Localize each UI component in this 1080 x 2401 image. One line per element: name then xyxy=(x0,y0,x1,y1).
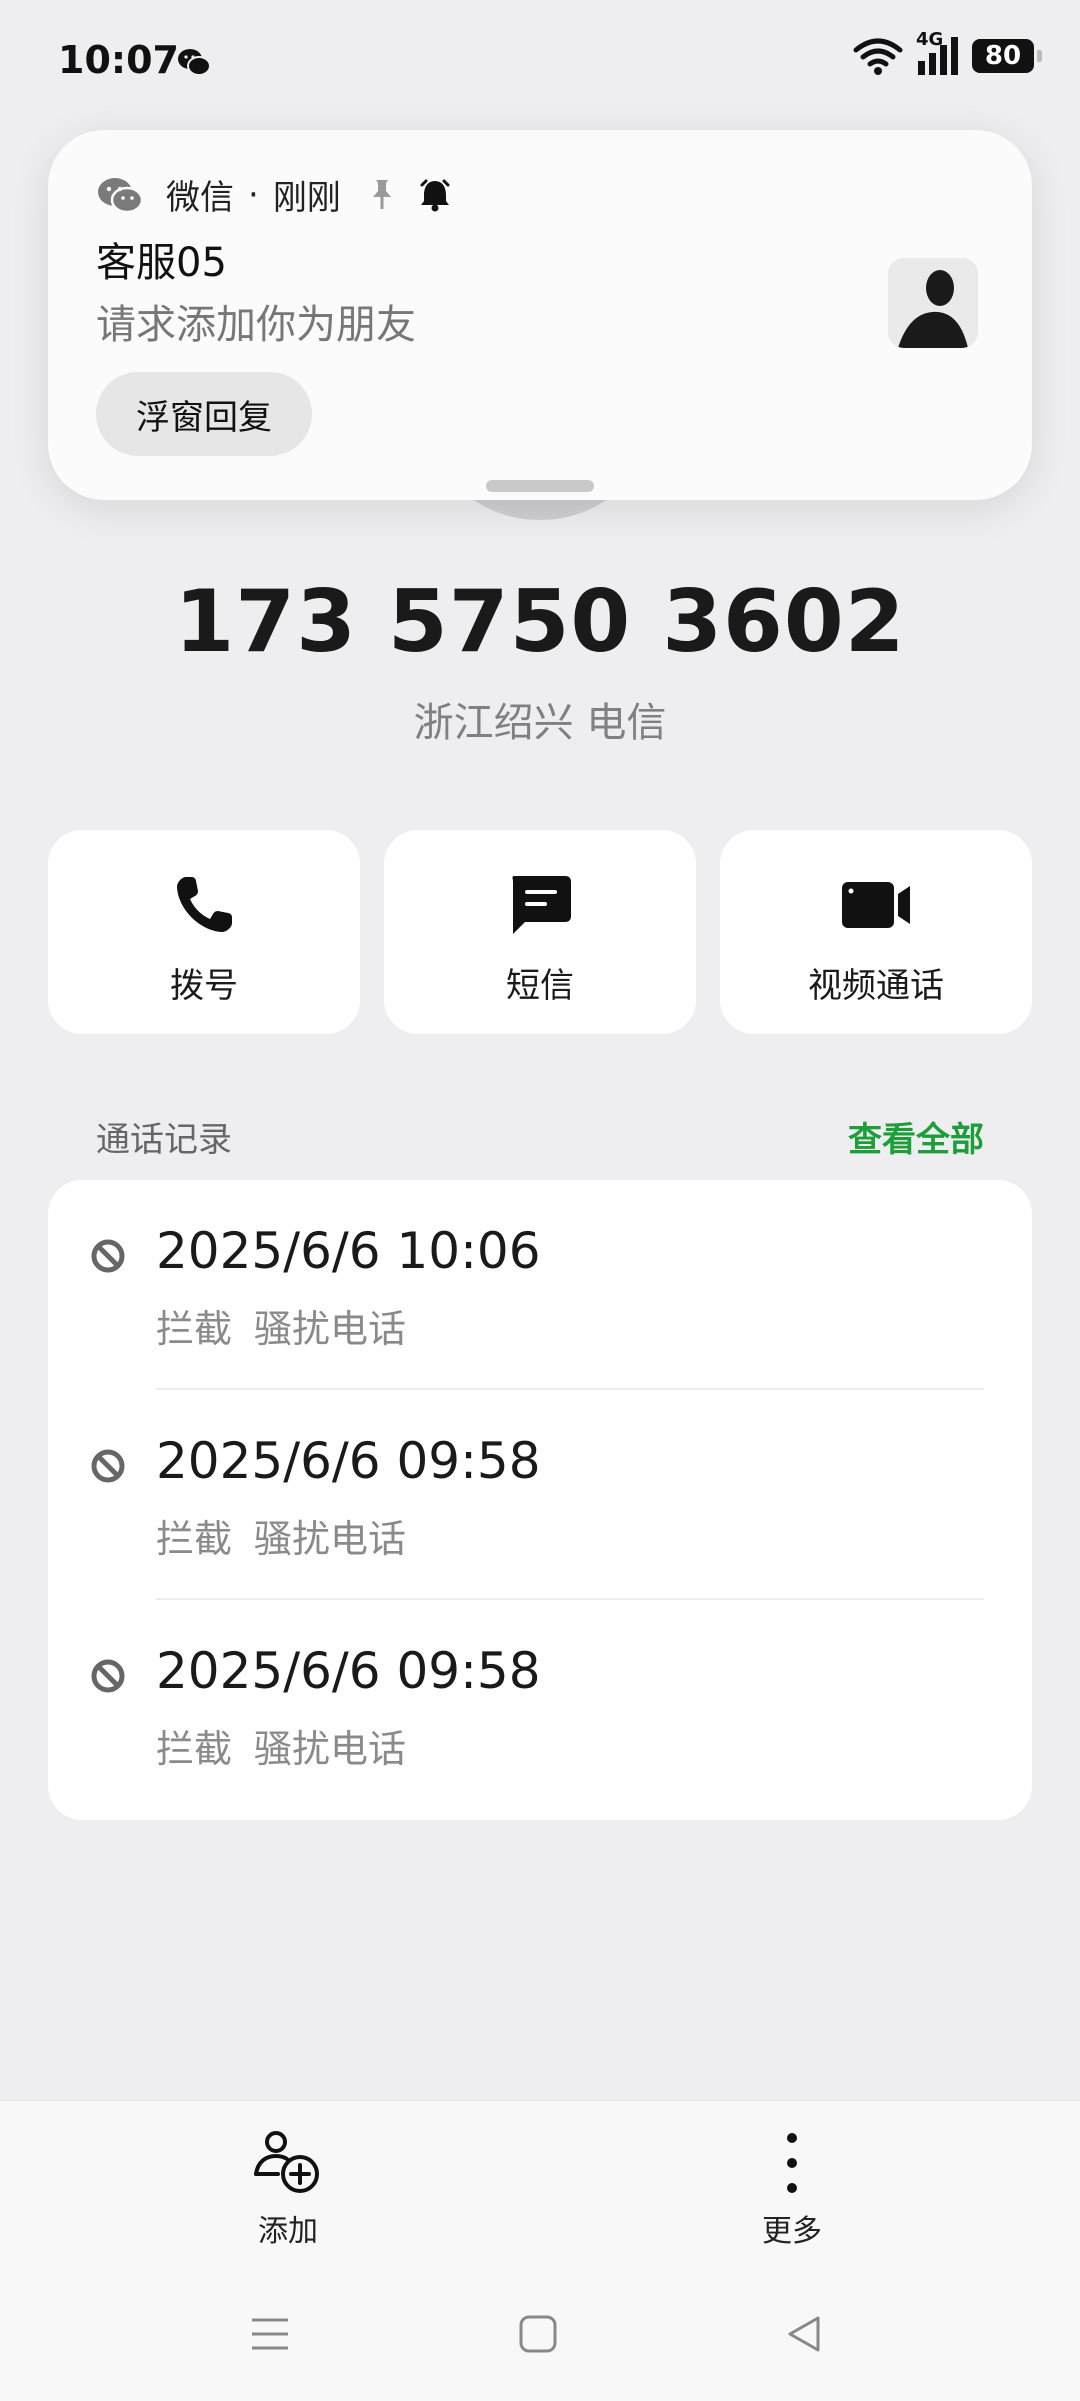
add-person-icon xyxy=(254,2131,319,2193)
add-contact-button[interactable]: 添加 xyxy=(188,2128,388,2250)
blocked-icon xyxy=(91,1239,125,1273)
menu-nav-button[interactable] xyxy=(240,2306,300,2362)
call-tags: 拦截 骚扰电话 xyxy=(156,1298,406,1353)
call-log-list: 2025/6/6 10:06 拦截 骚扰电话 2025/6/6 09:58 拦截骚… xyxy=(48,1180,1032,1820)
video-icon xyxy=(842,882,910,928)
dial-label: 拨号 xyxy=(170,966,238,1006)
sms-button[interactable]: 短信 xyxy=(384,830,696,1034)
person-silhouette-icon xyxy=(888,258,978,348)
home-square-icon xyxy=(519,2315,557,2353)
back-nav-button[interactable] xyxy=(774,2306,834,2362)
back-triangle-icon xyxy=(788,2316,820,2352)
sender-avatar xyxy=(888,258,978,348)
view-all-link[interactable]: 查看全部 xyxy=(848,1112,984,1161)
blocked-icon xyxy=(91,1449,125,1483)
float-reply-button[interactable]: 浮窗回复 xyxy=(96,372,312,456)
wechat-notification[interactable]: 微信 · 刚刚 客服05 请求添加你为朋友 浮窗回复 xyxy=(48,130,1032,500)
battery-level: 80 xyxy=(984,41,1022,71)
notification-title: 客服05 xyxy=(96,240,227,286)
video-call-button[interactable]: 视频通话 xyxy=(720,830,1032,1034)
call-status: 拦截 xyxy=(156,1307,233,1351)
network-type: 4G xyxy=(916,29,944,50)
call-log-item[interactable]: 2025/6/6 09:58 拦截 骚扰电话 xyxy=(48,1390,1032,1600)
add-label: 添加 xyxy=(258,2214,318,2249)
notification-time: 刚刚 xyxy=(272,178,341,218)
wechat-icon xyxy=(98,177,144,213)
cell-signal-icon: 4G xyxy=(916,29,958,75)
blocked-icon xyxy=(91,1659,125,1693)
pin-icon[interactable] xyxy=(367,177,397,213)
menu-icon xyxy=(252,2318,288,2350)
call-tags: 拦截 骚扰电话 xyxy=(156,1508,406,1563)
sms-label: 短信 xyxy=(506,966,574,1006)
call-tags: 拦截 骚扰电话 xyxy=(156,1718,406,1773)
notification-separator: · xyxy=(248,174,259,215)
call-datetime: 2025/6/6 10:06 xyxy=(156,1222,541,1280)
battery-indicator: 80 xyxy=(972,39,1042,73)
more-vertical-icon xyxy=(787,2133,797,2193)
status-time: 10:07 xyxy=(58,38,179,82)
call-log-item[interactable]: 2025/6/6 09:58 拦截 骚扰电话 xyxy=(48,1600,1032,1810)
call-type: 骚扰电话 xyxy=(254,1727,407,1771)
call-datetime: 2025/6/6 09:58 xyxy=(156,1432,541,1490)
wechat-status-icon xyxy=(178,49,211,76)
number-location: 浙江绍兴 电信 xyxy=(413,700,667,746)
notification-app-name: 微信 xyxy=(166,178,234,218)
drag-handle[interactable] xyxy=(486,480,594,492)
call-type: 骚扰电话 xyxy=(254,1517,407,1561)
message-icon xyxy=(512,876,571,934)
wifi-icon xyxy=(853,38,903,75)
call-log-title: 通话记录 xyxy=(96,1120,232,1160)
call-log-item[interactable]: 2025/6/6 10:06 拦截 骚扰电话 xyxy=(48,1180,1032,1390)
home-nav-button[interactable] xyxy=(508,2306,568,2362)
more-button[interactable]: 更多 xyxy=(692,2128,892,2250)
phone-icon xyxy=(177,877,232,932)
call-datetime: 2025/6/6 09:58 xyxy=(156,1642,541,1700)
call-status: 拦截 xyxy=(156,1727,233,1771)
notification-header: 微信 · 刚刚 xyxy=(96,170,455,219)
status-indicators: 4G 80 xyxy=(852,29,1042,76)
video-call-label: 视频通话 xyxy=(808,966,944,1006)
more-label: 更多 xyxy=(762,2214,822,2249)
call-type: 骚扰电话 xyxy=(254,1307,407,1351)
alarm-bell-icon[interactable] xyxy=(415,175,455,215)
dial-button[interactable]: 拨号 xyxy=(48,830,360,1034)
call-status: 拦截 xyxy=(156,1517,233,1561)
notification-body: 请求添加你为朋友 xyxy=(96,302,416,348)
phone-number: 173 5750 3602 xyxy=(174,572,906,672)
